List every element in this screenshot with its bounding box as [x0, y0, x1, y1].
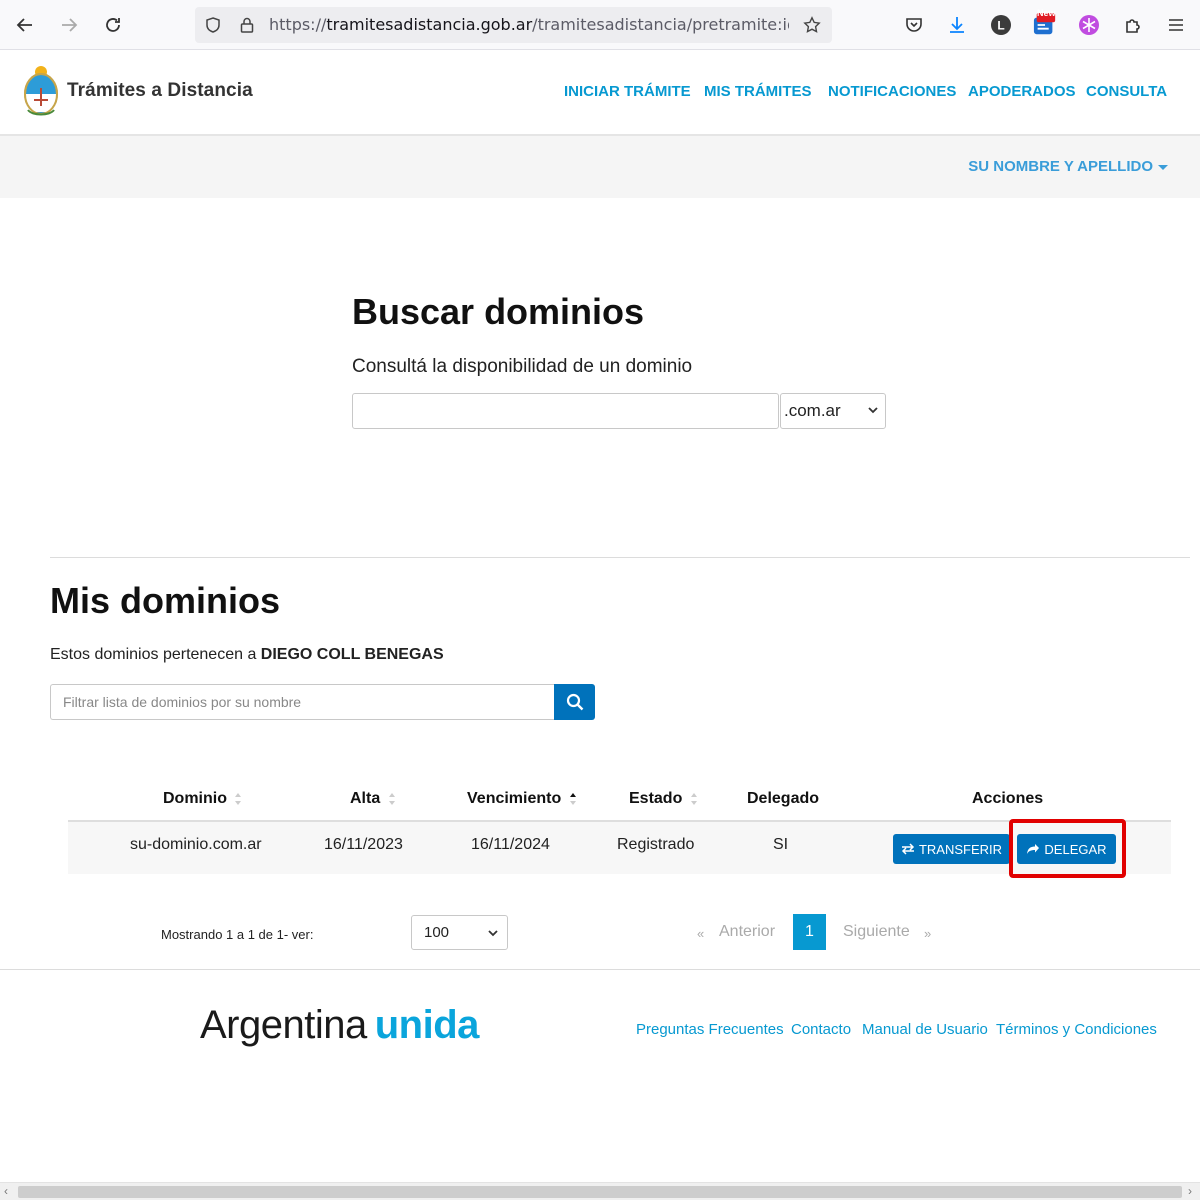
th-dominio[interactable]: Dominio	[163, 790, 242, 808]
chevron-down-icon	[488, 930, 498, 937]
next-page-link[interactable]: Siguiente	[843, 923, 910, 941]
th-delegado: Delegado	[747, 790, 820, 807]
svg-text:L: L	[997, 19, 1004, 33]
brand-argentina: Argentina	[200, 1003, 367, 1047]
th-alta[interactable]: Alta	[350, 790, 396, 808]
cell-dominio: su-dominio.com.ar	[130, 836, 262, 853]
sort-ascending-icon	[569, 792, 576, 805]
url-text: https://tramitesadistancia.gob.ar/tramit…	[269, 15, 789, 34]
cell-alta: 16/11/2023	[324, 836, 403, 853]
footer-link-contacto[interactable]: Contacto	[791, 1021, 851, 1038]
footer-divider	[0, 969, 1200, 970]
scrollbar-thumb[interactable]	[18, 1186, 1182, 1198]
scroll-right-icon[interactable]: ›	[1188, 1184, 1192, 1198]
hamburger-menu-icon[interactable]	[1164, 13, 1188, 37]
tld-select[interactable]: .com.ar	[780, 393, 886, 429]
sort-icon	[388, 792, 395, 805]
extensions-puzzle-icon[interactable]	[1121, 13, 1145, 37]
argentina-coat-of-arms-icon[interactable]	[22, 64, 60, 120]
filter-domains-input[interactable]: Filtrar lista de dominios por su nombre	[50, 684, 555, 720]
search-subtitle: Consultá la disponibilidad de un dominio	[352, 356, 693, 377]
showing-info: Mostrando 1 a 1 de 1- ver:	[161, 927, 314, 942]
user-bar: SU NOMBRE Y APELLIDO	[0, 136, 1200, 198]
nav-apoderados[interactable]: APODERADOS	[968, 83, 1076, 100]
owner-name: DIEGO COLL BENEGAS	[260, 646, 444, 663]
site-title[interactable]: Trámites a Distancia	[67, 80, 253, 102]
th-vencimiento-label: Vencimiento	[467, 790, 562, 807]
extension-l-icon[interactable]: L	[989, 13, 1013, 37]
transfer-button-label: TRANSFERIR	[918, 841, 1003, 857]
scroll-left-icon[interactable]: ‹	[4, 1184, 8, 1198]
search-icon	[566, 693, 583, 711]
section-divider	[50, 557, 1190, 558]
nav-notificaciones[interactable]: NOTIFICACIONES	[828, 83, 956, 100]
prev-arrow: «	[697, 926, 705, 941]
next-arrow: »	[924, 926, 932, 941]
lock-icon[interactable]	[238, 16, 256, 34]
chevron-down-icon	[868, 407, 878, 414]
footer-link-terminos[interactable]: Términos y Condiciones	[996, 1021, 1157, 1038]
caret-down-icon	[1158, 164, 1168, 170]
browser-toolbar: https://tramitesadistancia.gob.ar/tramit…	[0, 0, 1200, 50]
current-page[interactable]: 1	[793, 914, 826, 950]
domain-search-input[interactable]	[352, 393, 779, 429]
page-size-select[interactable]: 100	[411, 915, 508, 950]
tld-selected-value: .com.ar	[784, 401, 841, 420]
user-menu-dropdown[interactable]: SU NOMBRE Y APELLIDO	[968, 158, 1168, 175]
exchange-arrows-icon	[901, 843, 915, 855]
nav-consulta[interactable]: CONSULTA	[1086, 83, 1167, 100]
pocket-icon[interactable]	[902, 13, 926, 37]
download-icon[interactable]	[945, 13, 969, 37]
forward-arrow-icon[interactable]	[56, 12, 82, 38]
extension-snowflake-icon[interactable]	[1077, 13, 1101, 37]
owner-line: Estos dominios pertenecen a DIEGO COLL B…	[50, 646, 444, 664]
argentina-unida-logo: Argentina unida	[200, 1003, 479, 1048]
site-header: Trámites a Distancia INICIAR TRÁMITE MIS…	[0, 50, 1200, 136]
th-estado[interactable]: Estado	[629, 790, 698, 808]
sort-icon	[690, 792, 697, 805]
footer-link-faq[interactable]: Preguntas Frecuentes	[636, 1021, 784, 1038]
reload-icon[interactable]	[100, 12, 126, 38]
back-arrow-icon[interactable]	[12, 12, 38, 38]
th-alta-label: Alta	[350, 790, 381, 807]
shield-icon[interactable]	[204, 16, 222, 34]
address-bar[interactable]: https://tramitesadistancia.gob.ar/tramit…	[195, 7, 832, 43]
new-badge: New	[1037, 8, 1056, 18]
owner-prefix: Estos dominios pertenecen a	[50, 646, 257, 663]
cell-estado: Registrado	[617, 836, 695, 853]
prev-page-link[interactable]: Anterior	[719, 923, 775, 941]
transfer-button[interactable]: TRANSFERIR	[893, 834, 1010, 864]
th-dominio-label: Dominio	[163, 790, 227, 807]
highlight-box	[1009, 819, 1126, 878]
page-size-value: 100	[424, 924, 450, 941]
bookmark-star-icon[interactable]	[803, 16, 821, 34]
cell-delegado: SI	[773, 836, 789, 853]
th-vencimiento[interactable]: Vencimiento	[467, 790, 577, 808]
nav-mis-tramites[interactable]: MIS TRÁMITES	[704, 83, 812, 100]
horizontal-scrollbar[interactable]: ‹ ›	[0, 1182, 1200, 1200]
cell-vencimiento: 16/11/2024	[471, 836, 550, 853]
my-domains-title: Mis dominios	[50, 580, 281, 621]
th-estado-label: Estado	[629, 790, 683, 807]
search-title: Buscar dominios	[352, 291, 645, 332]
nav-iniciar-tramite[interactable]: INICIAR TRÁMITE	[564, 83, 691, 100]
sort-icon	[235, 792, 242, 805]
footer-link-manual[interactable]: Manual de Usuario	[862, 1021, 988, 1038]
th-acciones: Acciones	[972, 790, 1044, 807]
filter-search-button[interactable]	[554, 684, 595, 720]
brand-unida: unida	[374, 1003, 480, 1047]
user-menu-label: SU NOMBRE Y APELLIDO	[968, 158, 1153, 175]
